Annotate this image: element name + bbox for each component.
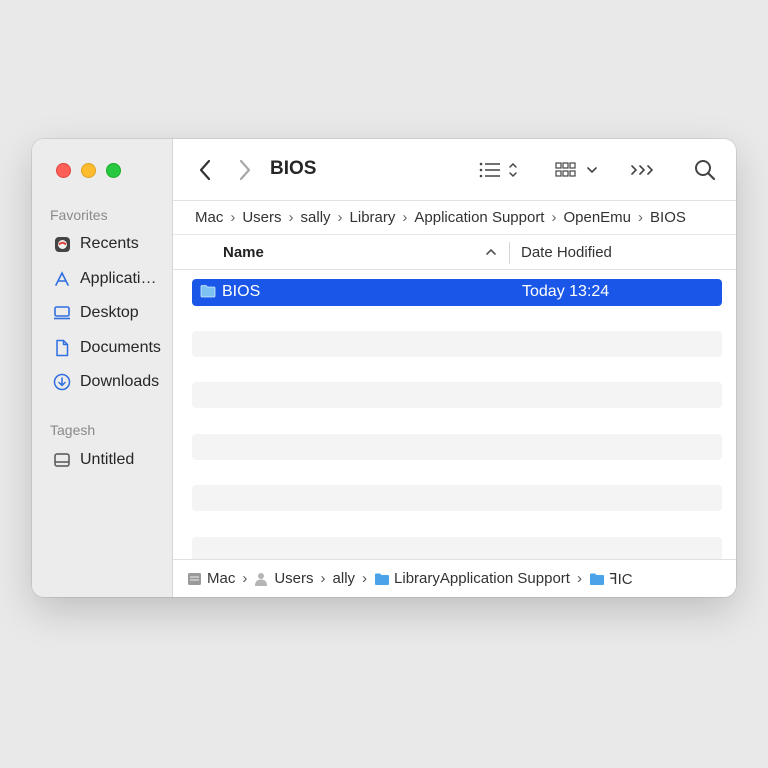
- breadcrumb-item[interactable]: Users: [242, 209, 281, 226]
- folder-icon: [374, 572, 390, 586]
- path-item-label: Mac: [207, 570, 236, 587]
- search-icon: [695, 160, 716, 181]
- sort-ascending-icon[interactable]: [485, 244, 497, 261]
- tags-section-label: Tagesh: [50, 422, 96, 438]
- zoom-button[interactable]: [106, 163, 121, 178]
- breadcrumb-item[interactable]: Mac: [195, 209, 223, 226]
- favorites-section-label: Favorites: [50, 207, 108, 223]
- breadcrumb: Mac › Users › sally › Library › Application …: [173, 201, 736, 235]
- more-icon: [631, 165, 654, 175]
- sidebar-item-desktop[interactable]: Desktop: [52, 301, 139, 325]
- chevron-right-icon: ›: [230, 209, 236, 226]
- sidebar-item-label: Documents: [80, 339, 161, 356]
- search-button[interactable]: [691, 155, 719, 185]
- sidebar-item-label: Applicati…: [80, 270, 157, 287]
- empty-row: [192, 485, 722, 511]
- chevron-right-icon: [239, 159, 251, 181]
- chevron-right-icon: ›: [288, 209, 294, 226]
- breadcrumb-item[interactable]: Application Support: [414, 209, 544, 226]
- path-item[interactable]: ally: [333, 570, 356, 587]
- column-divider[interactable]: [509, 242, 510, 264]
- forward-button[interactable]: [233, 155, 257, 185]
- path-item[interactable]: Mac: [187, 570, 235, 587]
- sidebar-item-untitled[interactable]: Untitled: [52, 448, 134, 472]
- folder-icon: [200, 284, 216, 303]
- sidebar-item-documents[interactable]: Documents: [52, 336, 161, 360]
- chevron-right-icon: ›: [638, 209, 644, 226]
- grid-view-icon: [555, 162, 597, 177]
- sidebar-item-label: Recents: [80, 235, 139, 252]
- clock-icon: [52, 234, 72, 254]
- breadcrumb-item[interactable]: sally: [301, 209, 331, 226]
- sidebar-item-recents[interactable]: Recents: [52, 232, 139, 256]
- chevron-right-icon: ›: [551, 209, 557, 226]
- breadcrumb-item[interactable]: Library: [350, 209, 396, 226]
- window-title: BIOS: [270, 158, 317, 179]
- grid-view-button[interactable]: [555, 155, 601, 185]
- applications-icon: [52, 269, 72, 289]
- path-bar: Mac › Users › ally › LibraryApplication …: [173, 559, 736, 597]
- sidebar-item-downloads[interactable]: Downloads: [52, 370, 159, 394]
- finder-window: Favorites Recents Applicati… Desktop Doc…: [32, 139, 736, 597]
- chevron-left-icon: [199, 159, 211, 181]
- chevron-right-icon: ›: [402, 209, 408, 226]
- empty-row: [192, 434, 722, 460]
- chevron-right-icon: ›: [242, 570, 248, 587]
- disk-icon: [187, 572, 203, 586]
- path-item-label: LibraryApplication Support: [394, 570, 570, 587]
- path-item[interactable]: LibraryApplication Support: [374, 570, 570, 587]
- path-item-label: ꟻIC: [608, 570, 633, 588]
- chevron-right-icon: ›: [320, 570, 326, 587]
- file-name: BIOS: [222, 283, 261, 300]
- back-button[interactable]: [193, 155, 217, 185]
- breadcrumb-item[interactable]: BIOS: [650, 209, 686, 226]
- breadcrumb-item[interactable]: OpenEmu: [563, 209, 631, 226]
- chevron-right-icon: ›: [362, 570, 368, 587]
- path-item-label: Users: [274, 570, 314, 587]
- sidebar: Favorites Recents Applicati… Desktop Doc…: [32, 139, 173, 597]
- drive-icon: [52, 450, 72, 470]
- chevron-right-icon: ›: [576, 570, 582, 587]
- column-header: Name Date Hodified: [173, 236, 736, 270]
- download-icon: [52, 372, 72, 392]
- minimize-button[interactable]: [81, 163, 96, 178]
- toolbar: BIOS: [173, 139, 736, 201]
- sidebar-item-label: Downloads: [80, 373, 160, 390]
- chevron-right-icon: ›: [337, 209, 343, 226]
- sidebar-item-applications[interactable]: Applicati…: [52, 267, 156, 291]
- close-button[interactable]: [56, 163, 71, 178]
- list-view-button[interactable]: [478, 155, 522, 185]
- path-item[interactable]: Users: [254, 570, 314, 587]
- sidebar-item-label: Desktop: [80, 304, 139, 321]
- empty-row: [192, 382, 722, 408]
- document-icon: [52, 338, 72, 358]
- user-icon: [254, 572, 270, 586]
- column-name-header[interactable]: Name: [223, 244, 264, 261]
- folder-icon: [589, 572, 605, 586]
- table-row[interactable]: BIOS Today 13:24: [192, 279, 722, 306]
- column-date-header[interactable]: Date Hodified: [521, 244, 612, 261]
- desktop-icon: [52, 303, 72, 323]
- file-date: Today 13:24: [522, 283, 610, 300]
- empty-row: [192, 331, 722, 357]
- path-item[interactable]: ꟻIC: [589, 570, 633, 588]
- path-item-label: ally: [332, 570, 356, 587]
- sidebar-item-label: Untitled: [80, 451, 135, 468]
- list-view-icon: [479, 162, 517, 178]
- more-button[interactable]: [628, 155, 658, 185]
